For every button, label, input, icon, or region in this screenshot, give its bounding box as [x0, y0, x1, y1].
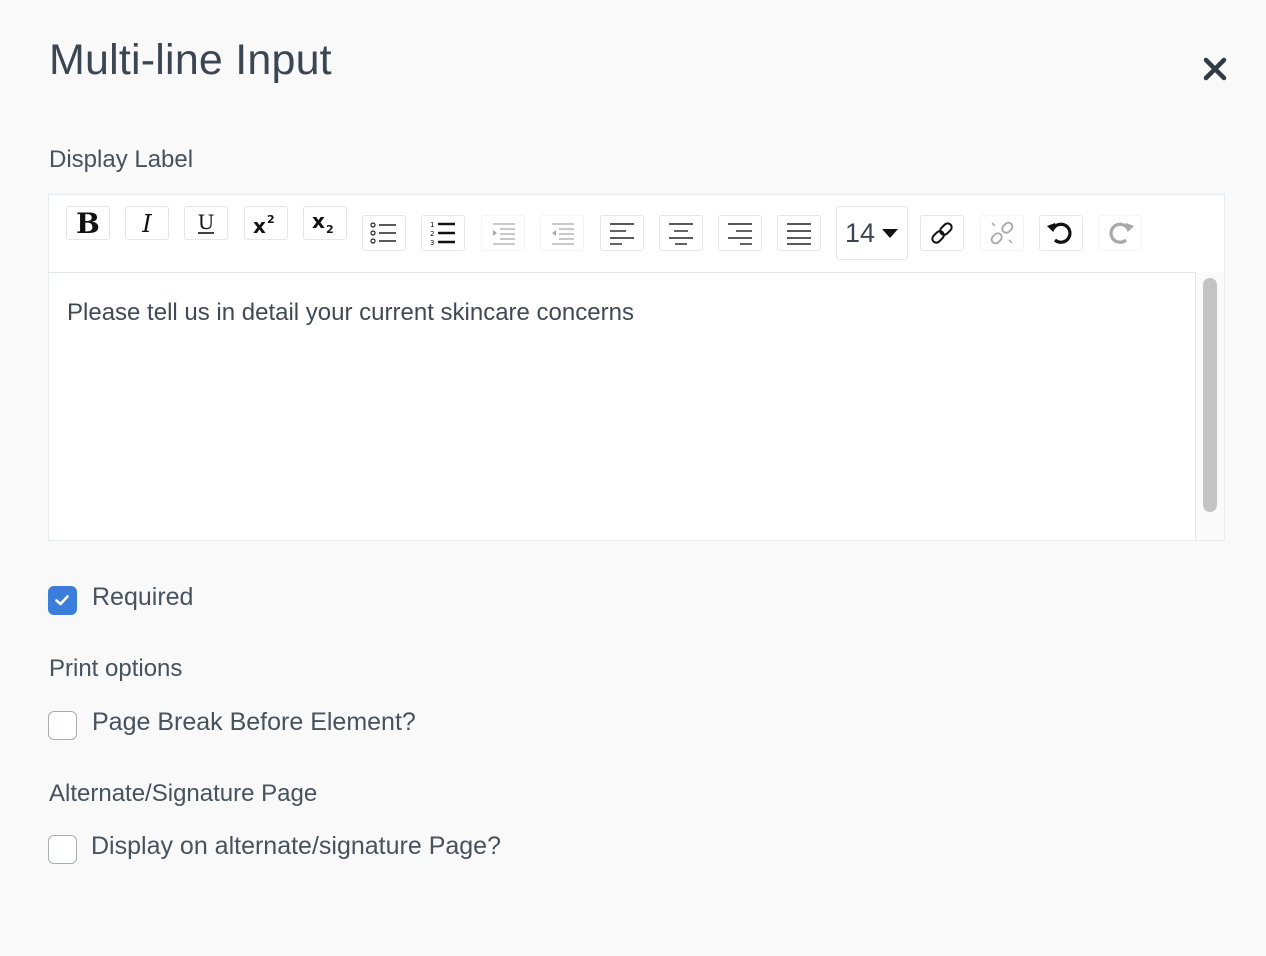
modal-title: Multi-line Input [49, 36, 332, 84]
svg-text:2: 2 [430, 230, 434, 238]
underline-icon: U [198, 210, 215, 234]
display-label-heading: Display Label [49, 146, 194, 173]
bullet-list-icon [370, 222, 396, 244]
undo-button[interactable] [1039, 215, 1083, 251]
svg-text:U: U [198, 210, 215, 234]
svg-text:I: I [141, 210, 152, 238]
subscript-button[interactable]: x 2 [303, 206, 347, 240]
required-label[interactable]: Required [92, 583, 193, 612]
alternate-page-label[interactable]: Display on alternate/signature Page? [91, 832, 501, 861]
align-center-button[interactable] [659, 215, 703, 251]
align-left-icon [610, 223, 634, 245]
svg-text:3: 3 [430, 239, 434, 246]
undo-icon [1046, 222, 1072, 244]
align-justify-button[interactable] [777, 215, 821, 251]
redo-icon [1109, 222, 1135, 244]
link-icon [931, 222, 953, 244]
svg-text:B: B [76, 208, 100, 238]
bold-button[interactable]: B [66, 206, 110, 240]
italic-icon: I [141, 210, 152, 238]
alternate-page-checkbox[interactable] [48, 835, 77, 864]
checkmark-icon [55, 595, 69, 606]
italic-button[interactable]: I [125, 206, 169, 240]
align-left-button[interactable] [600, 215, 644, 251]
underline-button[interactable]: U [184, 206, 228, 240]
redo-button[interactable] [1098, 215, 1142, 251]
align-right-icon [728, 223, 752, 245]
rich-text-editor: B I U x 2 x 2 1 2 3 14 Please tell us in… [48, 194, 1225, 541]
page-break-label[interactable]: Page Break Before Element? [92, 708, 416, 737]
print-options-heading: Print options [49, 655, 183, 682]
page-break-checkbox[interactable] [48, 711, 77, 740]
indent-button[interactable] [481, 215, 525, 251]
svg-text:2: 2 [326, 223, 334, 236]
indent-icon [493, 223, 515, 245]
align-justify-icon [787, 223, 811, 245]
font-size-value: 14 [844, 217, 876, 248]
outdent-icon [552, 223, 574, 245]
subscript-icon: x 2 [312, 209, 334, 236]
caret-down-icon [882, 229, 899, 238]
superscript-icon: x 2 [253, 213, 275, 238]
required-checkbox[interactable] [48, 586, 77, 615]
editor-content[interactable]: Please tell us in detail your current sk… [67, 299, 634, 327]
align-center-icon [669, 223, 693, 245]
svg-text:1: 1 [430, 221, 434, 229]
bold-icon: B [76, 208, 100, 238]
alternate-page-heading: Alternate/Signature Page [49, 780, 318, 807]
close-icon [1203, 57, 1227, 81]
editor-scrollbar[interactable] [1195, 272, 1224, 540]
close-button[interactable] [1201, 55, 1229, 83]
align-right-button[interactable] [718, 215, 762, 251]
svg-text:2: 2 [267, 213, 275, 226]
editor-toolbar: B I U x 2 x 2 1 2 3 14 [49, 195, 1224, 273]
link-button[interactable] [920, 215, 964, 251]
svg-text:x: x [312, 209, 325, 233]
bullet-list-button[interactable] [362, 215, 406, 251]
scrollbar-thumb[interactable] [1203, 278, 1217, 512]
font-size-dropdown[interactable]: 14 [836, 206, 908, 260]
numbered-list-button[interactable]: 1 2 3 [421, 215, 465, 251]
numbered-list-icon: 1 2 3 [430, 221, 455, 246]
outdent-button[interactable] [540, 215, 584, 251]
unlink-icon [990, 221, 1014, 245]
svg-text:x: x [253, 214, 266, 238]
superscript-button[interactable]: x 2 [244, 206, 288, 240]
unlink-button[interactable] [980, 215, 1024, 251]
